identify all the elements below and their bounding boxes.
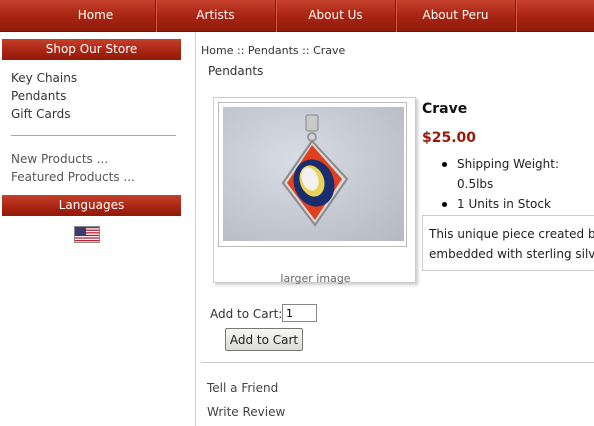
breadcrumb-home[interactable]: Home — [201, 44, 233, 57]
product-name: Crave — [422, 101, 468, 117]
pendant-photo — [223, 107, 404, 241]
category-title: Pendants — [208, 64, 264, 78]
us-flag-icon[interactable] — [74, 226, 100, 243]
product-price: $25.00 — [422, 130, 477, 146]
product-attributes: Shipping Weight: 0.5lbs 1 Units in Stock — [440, 154, 594, 214]
breadcrumb-current: Crave — [313, 44, 346, 57]
attribute-stock: 1 Units in Stock — [440, 194, 594, 214]
product-description: This unique piece created by embedded wi… — [422, 215, 594, 271]
breadcrumb-pendants[interactable]: Pendants — [248, 44, 299, 57]
sidebar-item-key-chains[interactable]: Key Chains — [11, 70, 77, 86]
sidebar-divider — [11, 135, 176, 136]
top-navigation: Home Artists About Us About Peru — [0, 0, 594, 32]
product-image-frame[interactable]: larger image — [213, 97, 417, 285]
sidebar-item-gift-cards[interactable]: Gift Cards — [11, 106, 71, 122]
nav-item-about-peru[interactable]: About Peru — [396, 0, 516, 32]
add-to-cart-label: Add to Cart: — [210, 307, 283, 321]
shop-store-header: Shop Our Store — [2, 39, 181, 60]
nav-item-artists[interactable]: Artists — [156, 0, 276, 32]
write-review-link[interactable]: Write Review — [207, 405, 285, 419]
divider — [201, 362, 594, 363]
larger-image-link[interactable]: larger image — [214, 272, 417, 285]
add-to-cart-button[interactable]: Add to Cart — [225, 328, 303, 351]
attribute-shipping-weight: Shipping Weight: 0.5lbs — [440, 154, 594, 194]
breadcrumb: Home :: Pendants :: Crave — [201, 44, 346, 57]
sidebar-item-new-products[interactable]: New Products ... — [11, 151, 108, 167]
sidebar-item-pendants[interactable]: Pendants — [11, 88, 66, 104]
languages-header: Languages — [2, 195, 181, 216]
sidebar-item-featured-products[interactable]: Featured Products ... — [11, 169, 135, 185]
nav-item-about-us[interactable]: About Us — [276, 0, 396, 32]
tell-a-friend-link[interactable]: Tell a Friend — [207, 381, 278, 395]
quantity-input[interactable] — [282, 304, 317, 322]
sidebar: Shop Our Store Key Chains Pendants Gift … — [0, 32, 196, 426]
nav-item-home[interactable]: Home — [36, 0, 156, 32]
